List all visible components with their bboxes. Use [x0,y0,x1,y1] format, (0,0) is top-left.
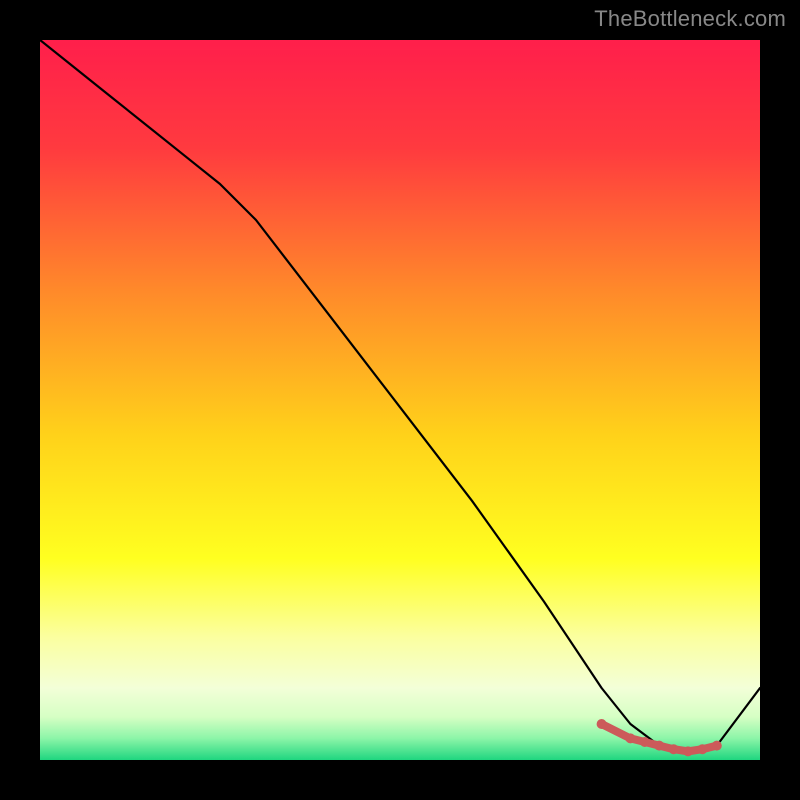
optimum-markers [597,719,722,756]
optimum-marker [712,741,722,751]
optimum-marker [697,744,707,754]
optimum-marker [683,746,693,756]
chart-svg [40,40,760,760]
optimum-marker [597,719,607,729]
optimum-marker [625,733,635,743]
chart-frame: TheBottleneck.com [0,0,800,800]
optimum-marker [640,737,650,747]
optimum-marker [669,744,679,754]
curve-line [40,40,760,753]
plot-area [40,40,760,760]
watermark-text: TheBottleneck.com [594,6,786,32]
optimum-marker [654,741,664,751]
